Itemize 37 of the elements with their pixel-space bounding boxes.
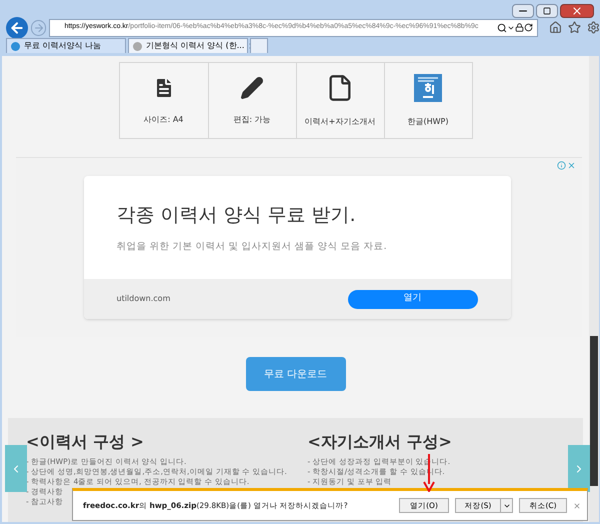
minimize-button[interactable] [512,4,534,18]
star-icon[interactable] [568,21,581,34]
refresh-icon[interactable] [524,23,533,32]
maximize-button[interactable] [536,4,558,18]
ad-description: 취업을 위한 기본 이력서 및 입사지원서 샘플 양식 모음 자료. [116,240,388,254]
page-icon [133,42,142,50]
forward-arrow-icon [32,22,45,34]
search-icon[interactable] [497,22,507,32]
browser-tab[interactable]: 기본형식 이력서 양식 (한... [128,38,248,53]
feature-label: 한글(HWP) [408,116,448,128]
section-heading: <이력서 구성 > [26,431,144,453]
scrollbar[interactable] [589,56,599,522]
page-icon [11,42,20,50]
feature-label: 이력서+자기소개서 [304,116,376,128]
back-button[interactable] [6,16,28,38]
info-icon[interactable] [556,161,566,170]
tab-title: 무료 이력서양식 나눔 [24,40,102,52]
lock-icon [515,23,524,32]
hangul-app-icon [414,74,442,102]
close-icon[interactable] [566,161,576,170]
ad-domain: utildown.com [116,293,170,305]
maximize-icon [543,7,551,15]
tab-title: 기본형식 이력서 양식 (한... [146,40,244,52]
back-arrow-icon [8,20,25,36]
pencil-icon [240,76,264,100]
save-dropdown-button[interactable] [501,498,513,513]
section-heading: <자기소개서 구성> [308,431,452,453]
feature-label: 편집: 가능 [233,114,271,126]
feature-label: 사이즈: A4 [144,114,184,126]
ad-headline: 각종 이력서 양식 무료 받기. [116,203,357,228]
open-button[interactable]: 열기 [348,290,478,308]
settings-icon[interactable] [587,21,600,34]
home-icon[interactable] [549,21,562,34]
close-button[interactable] [560,4,594,18]
browser-tab[interactable]: 무료 이력서양식 나눔 [6,38,126,53]
close-icon [571,5,583,17]
close-icon[interactable] [573,502,581,510]
